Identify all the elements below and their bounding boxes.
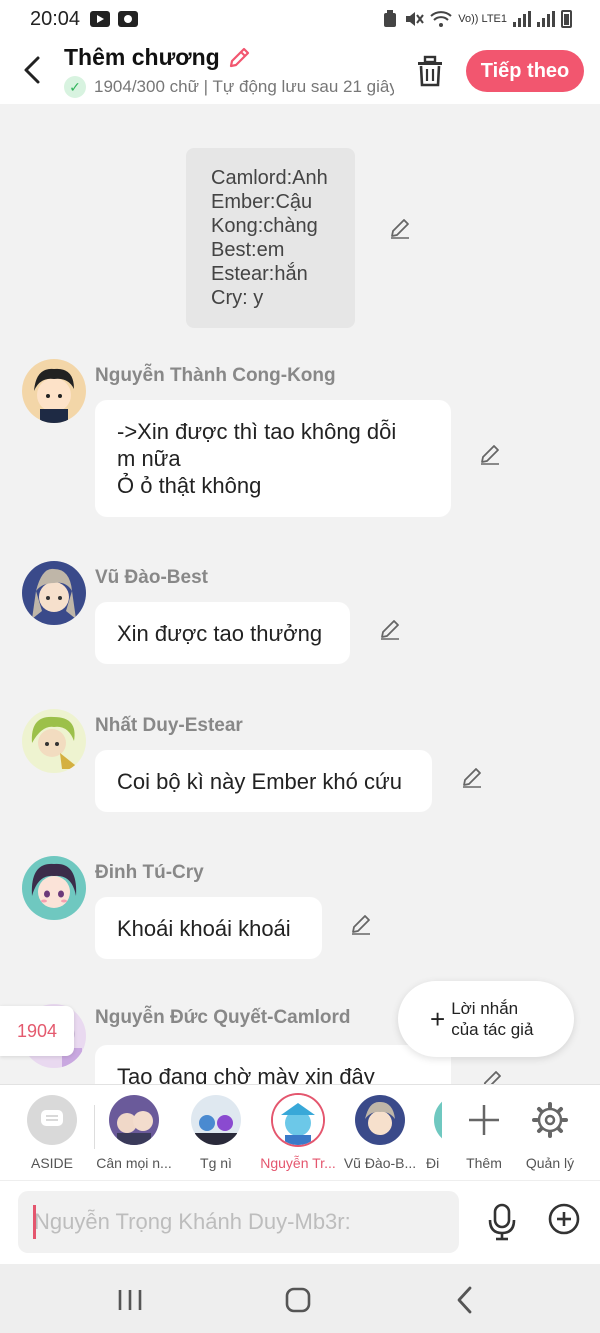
message-line: m nữa <box>117 446 181 471</box>
message-bubble[interactable]: Coi bộ kì này Ember khó cứu <box>95 750 432 812</box>
plus-icon <box>469 1105 499 1135</box>
chat-bubble-icon <box>41 1110 63 1126</box>
character-item[interactable]: Vũ Đào-B... <box>340 1095 420 1171</box>
message-line: Tao đang chờ mày xin đây <box>117 1064 375 1084</box>
trash-icon[interactable] <box>414 54 446 88</box>
author-note-label-line1: Lời nhắn <box>451 999 519 1018</box>
character-item[interactable]: Tg nì <box>176 1095 256 1171</box>
character-bar: ASIDE Cân mọi n... Tg nì Nguyễn Tr... Vũ… <box>0 1084 600 1180</box>
status-time: 20:04 <box>30 7 81 30</box>
character-name: Vũ Đào-B... <box>343 1155 417 1171</box>
pencil-icon[interactable] <box>349 912 373 936</box>
system-nav-bar <box>0 1264 600 1333</box>
message-bubble[interactable]: ->Xin được thì tao không dỗi m nữa Ỏ ỏ t… <box>95 400 451 517</box>
author-note-label-line2: của tác giả <box>451 1020 534 1039</box>
recycle-icon <box>384 10 397 27</box>
character-name: Tg nì <box>200 1155 232 1171</box>
pencil-icon[interactable] <box>460 765 484 789</box>
character-name: Nguyễn Tr... <box>260 1155 336 1171</box>
sender-name: Đinh Tú-Cry <box>95 862 204 883</box>
home-icon[interactable] <box>278 1282 318 1318</box>
avatar <box>434 1095 442 1145</box>
note-line: Kong:chàng <box>211 215 318 237</box>
note-line: Ember:Cậu <box>211 191 313 213</box>
sender-name: Nguyễn Thành Cong-Kong <box>95 365 336 386</box>
note-line: Best:em <box>211 239 285 261</box>
sender-name: Vũ Đào-Best <box>95 567 208 588</box>
chapter-content[interactable]: Camlord:Anh Ember:Cậu Kong:chàng Best:em… <box>0 104 600 1084</box>
check-icon: ✓ <box>64 76 86 98</box>
message-line: Ỏ ỏ thật không <box>117 473 262 498</box>
manage-button[interactable]: Quản lý <box>510 1095 590 1171</box>
message-line: Coi bộ kì này Ember khó cứu <box>117 769 402 794</box>
avatar <box>273 1095 323 1145</box>
avatar <box>355 1095 405 1145</box>
status-bar: 20:04 Vo)) LTE1 <box>0 0 600 38</box>
recent-apps-icon[interactable] <box>110 1282 150 1318</box>
network-label: Vo)) LTE1 <box>458 13 507 25</box>
word-count-badge[interactable]: 1904 <box>0 1006 74 1056</box>
plus-icon: + <box>430 1004 446 1034</box>
character-name: Đi <box>426 1155 440 1171</box>
text-caret <box>33 1205 36 1239</box>
signal-icon <box>513 11 531 27</box>
character-item-selected[interactable]: Nguyễn Tr... <box>258 1095 338 1171</box>
character-name: ASIDE <box>30 1155 73 1171</box>
battery-icon <box>561 10 572 28</box>
author-note-button[interactable]: + Lời nhắn của tác giả <box>398 981 574 1057</box>
status-indicators: Vo)) LTE1 <box>382 10 572 28</box>
message-line: Khoái khoái khoái <box>117 916 291 941</box>
page-title: Thêm chương <box>64 44 220 70</box>
wifi-icon <box>430 11 452 27</box>
character-item[interactable]: Đi <box>422 1095 442 1171</box>
pencil-icon[interactable] <box>388 216 412 240</box>
avatar[interactable] <box>22 856 86 920</box>
back-nav-icon[interactable] <box>446 1282 486 1318</box>
character-aside[interactable]: ASIDE <box>12 1095 92 1171</box>
note-line: Estear:hắn <box>211 263 308 285</box>
pencil-icon[interactable] <box>480 1068 504 1084</box>
manage-label: Quản lý <box>525 1155 575 1171</box>
input-bar <box>0 1180 600 1264</box>
sender-name: Nguyễn Đức Quyết-Camlord <box>95 1007 351 1028</box>
plus-circle-icon[interactable] <box>548 1203 580 1235</box>
avatar[interactable] <box>22 709 86 773</box>
back-arrow-icon[interactable] <box>18 52 48 88</box>
pencil-icon[interactable] <box>378 617 402 641</box>
message-bubble[interactable]: Khoái khoái khoái <box>95 897 322 959</box>
pencil-icon[interactable] <box>478 442 502 466</box>
camera-notification-icon <box>118 11 139 27</box>
message-line: ->Xin được thì tao không dỗi <box>117 419 397 444</box>
message-input[interactable] <box>18 1191 459 1253</box>
sender-name: Nhất Duy-Estear <box>95 715 243 736</box>
message-bubble[interactable]: Tao đang chờ mày xin đây <box>95 1045 451 1084</box>
avatar <box>191 1095 241 1145</box>
message-line: Xin được tao thưởng <box>117 621 323 646</box>
header: Thêm chương ✓ 1904/300 chữ | Tự động lưu… <box>0 38 600 104</box>
note-line: Camlord:Anh <box>211 167 328 189</box>
signal-2-icon <box>537 11 555 27</box>
avatar[interactable] <box>22 359 86 423</box>
aside-note-card[interactable]: Camlord:Anh Ember:Cậu Kong:chàng Best:em… <box>186 148 355 328</box>
aside-avatar <box>27 1095 77 1145</box>
character-name: Cân mọi n... <box>96 1155 172 1171</box>
gear-icon <box>532 1102 568 1138</box>
youtube-notification-icon <box>90 11 111 27</box>
mic-icon[interactable] <box>486 1203 518 1241</box>
note-line: Cry: y <box>211 287 264 309</box>
next-button[interactable]: Tiếp theo <box>466 50 584 92</box>
character-item[interactable]: Cân mọi n... <box>94 1095 174 1171</box>
mute-icon <box>406 12 425 26</box>
avatar[interactable] <box>22 561 86 625</box>
message-bubble[interactable]: Xin được tao thưởng <box>95 602 350 664</box>
pencil-icon[interactable] <box>226 45 252 71</box>
avatar <box>109 1095 159 1145</box>
word-count-autosave: 1904/300 chữ | Tự động lưu sau 21 giây <box>94 77 394 96</box>
